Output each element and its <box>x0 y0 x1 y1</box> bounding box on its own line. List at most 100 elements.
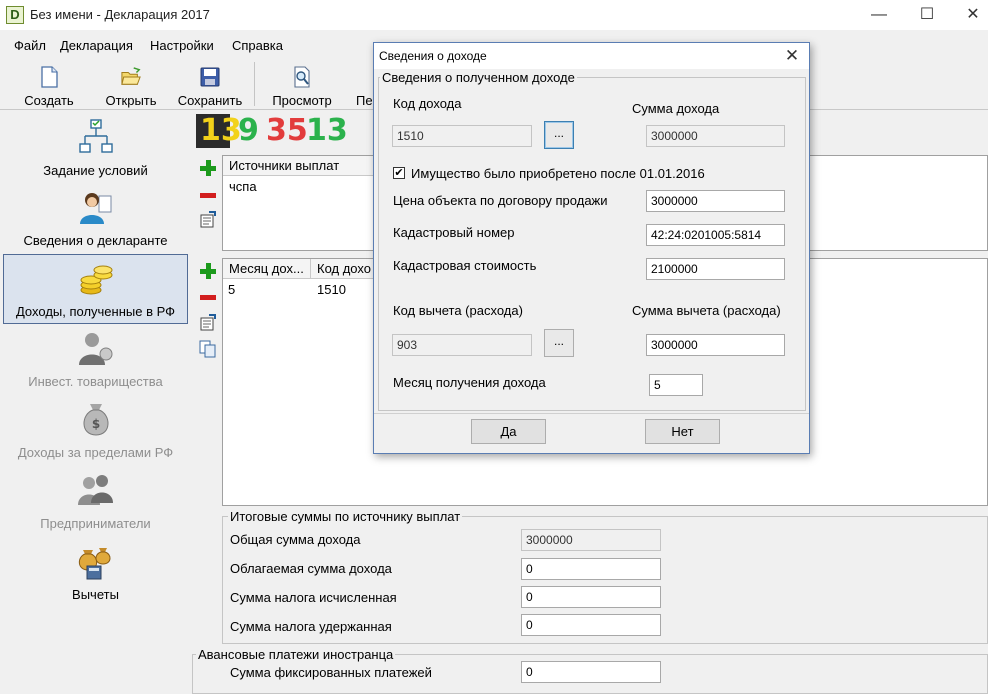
create-label: Создать <box>24 93 74 108</box>
dialog-title-bar: Сведения о доходе ✕ <box>374 43 809 69</box>
delete-source-icon[interactable] <box>199 186 217 204</box>
tax-withheld-label: Сумма налога удержанная <box>230 619 392 634</box>
dialog-close-button[interactable]: ✕ <box>777 43 807 69</box>
coins-icon <box>80 265 112 295</box>
dialog-divider <box>374 413 809 414</box>
property-after-2016-label: Имущество было приобретено после 01.01.2… <box>411 166 705 181</box>
delete-income-icon[interactable] <box>199 288 217 306</box>
yes-button[interactable]: Да <box>471 419 546 444</box>
income-row-month[interactable]: 5 <box>228 282 235 297</box>
total-income-field: 3000000 <box>521 529 661 551</box>
contract-price-label: Цена объекта по договору продажи <box>393 193 608 208</box>
nav-declarant-label: Сведения о декларанте <box>23 233 168 248</box>
nav-conditions-label: Задание условий <box>43 163 148 178</box>
preview-button[interactable]: Просмотр <box>264 60 340 108</box>
brand-number-3: 35 <box>266 113 308 148</box>
entrepreneurs-icon <box>77 475 113 505</box>
deduction-amount-field[interactable]: 3000000 <box>646 334 785 356</box>
print-button[interactable]: Пе <box>352 60 374 108</box>
new-document-icon <box>41 66 58 88</box>
maximize-button[interactable]: ☐ <box>904 0 950 30</box>
menu-declaration[interactable]: Декларация <box>60 38 133 53</box>
title-bar: D Без имени - Декларация 2017 — ☐ ✕ <box>0 0 988 30</box>
print-label: Пе <box>356 93 373 108</box>
menu-help[interactable]: Справка <box>232 38 283 53</box>
menu-file[interactable]: Файл <box>14 38 46 53</box>
open-button[interactable]: Открыть <box>96 60 166 108</box>
cadastral-number-field[interactable]: 42:24:0201005:5814 <box>646 224 785 246</box>
nav-entrepreneurs[interactable]: Предприниматели <box>3 467 188 537</box>
total-income-label: Общая сумма дохода <box>230 532 361 547</box>
nav-income-abroad-label: Доходы за пределами РФ <box>17 445 174 460</box>
preview-icon <box>294 66 310 88</box>
cadastral-value-label: Кадастровая стоимость <box>393 258 537 273</box>
tax-calculated-label: Сумма налога исчисленная <box>230 590 397 605</box>
nav-deductions-label: Вычеты <box>72 587 119 602</box>
nav-income-rf-label: Доходы, полученные в РФ <box>15 304 176 319</box>
window-title: Без имени - Декларация 2017 <box>30 7 210 22</box>
deduction-code-field[interactable]: 903 <box>392 334 532 356</box>
nav-entrepreneurs-label: Предприниматели <box>40 516 151 531</box>
fixed-payments-label: Сумма фиксированных платежей <box>230 665 432 680</box>
tax-withheld-field[interactable]: 0 <box>521 614 661 636</box>
income-month-column-header[interactable]: Месяц дох... <box>223 259 311 279</box>
add-income-icon[interactable] <box>199 262 217 280</box>
nav-invest-partnerships-label: Инвест. товарищества <box>28 374 163 389</box>
hierarchy-icon <box>78 119 113 153</box>
brand-number-2: 9 <box>238 113 259 148</box>
income-row-code[interactable]: 1510 <box>317 282 346 297</box>
income-code-field[interactable]: 1510 <box>392 125 532 147</box>
nav-declarant[interactable]: Сведения о декларанте <box>3 184 188 254</box>
contract-price-field[interactable]: 3000000 <box>646 190 785 212</box>
totals-group-title: Итоговые суммы по источнику выплат <box>228 509 463 524</box>
income-month-label: Месяц получения дохода <box>393 375 546 390</box>
deduction-code-browse-button[interactable]: ... <box>544 329 574 357</box>
edit-source-icon[interactable] <box>199 210 217 228</box>
nav-invest-partnerships[interactable]: Инвест. товарищества <box>3 325 188 395</box>
add-source-icon[interactable] <box>199 159 217 177</box>
money-bag-icon: $ <box>83 404 108 436</box>
minimize-button[interactable]: — <box>856 0 902 30</box>
income-dialog: Сведения о доходе ✕ Сведения о полученно… <box>373 42 810 454</box>
taxable-income-field[interactable]: 0 <box>521 558 661 580</box>
income-month-field[interactable]: 5 <box>649 374 703 396</box>
open-folder-icon <box>121 67 141 85</box>
cadastral-number-label: Кадастровый номер <box>393 225 515 240</box>
app-logo-icon: D <box>6 6 24 24</box>
dialog-group-title: Сведения о полученном доходе <box>380 70 577 85</box>
nav-income-rf[interactable]: Доходы, полученные в РФ <box>3 254 188 324</box>
source-row[interactable]: чспа <box>229 179 257 194</box>
edit-income-icon[interactable] <box>199 313 217 331</box>
save-label: Сохранить <box>177 93 243 108</box>
deduction-code-label: Код вычета (расхода) <box>393 303 523 318</box>
nav-deductions[interactable]: Вычеты <box>3 538 188 608</box>
advance-payments-title: Авансовые платежи иностранца <box>196 647 396 662</box>
nav-conditions[interactable]: Задание условий <box>3 114 188 184</box>
brand-number-4: 13 <box>306 113 348 148</box>
property-after-2016-checkbox[interactable]: ✔ <box>393 167 405 179</box>
preview-label: Просмотр <box>272 93 332 108</box>
person-icon <box>79 193 111 224</box>
copy-income-icon[interactable] <box>199 340 217 358</box>
open-label: Открыть <box>105 93 157 108</box>
no-button[interactable]: Нет <box>645 419 720 444</box>
create-button[interactable]: Создать <box>14 60 84 108</box>
toolbar-separator <box>254 62 255 106</box>
fixed-payments-field[interactable]: 0 <box>521 661 661 683</box>
menu-settings[interactable]: Настройки <box>150 38 214 53</box>
floppy-disk-icon <box>200 67 220 87</box>
close-window-button[interactable]: ✕ <box>950 0 988 30</box>
sidebar: Задание условий Сведения о декларанте До… <box>0 112 190 691</box>
brand-number-1: 13 <box>200 113 242 148</box>
taxable-income-label: Облагаемая сумма дохода <box>230 561 392 576</box>
deductions-icon <box>78 548 110 580</box>
dialog-title: Сведения о доходе <box>379 49 487 63</box>
investor-icon <box>78 333 112 365</box>
tax-calculated-field[interactable]: 0 <box>521 586 661 608</box>
svg-text:$: $ <box>91 417 99 431</box>
income-code-browse-button[interactable]: ... <box>544 121 574 149</box>
save-button[interactable]: Сохранить <box>172 60 248 108</box>
income-amount-field: 3000000 <box>646 125 785 147</box>
cadastral-value-field[interactable]: 2100000 <box>646 258 785 280</box>
nav-income-abroad[interactable]: $ Доходы за пределами РФ <box>3 396 188 466</box>
